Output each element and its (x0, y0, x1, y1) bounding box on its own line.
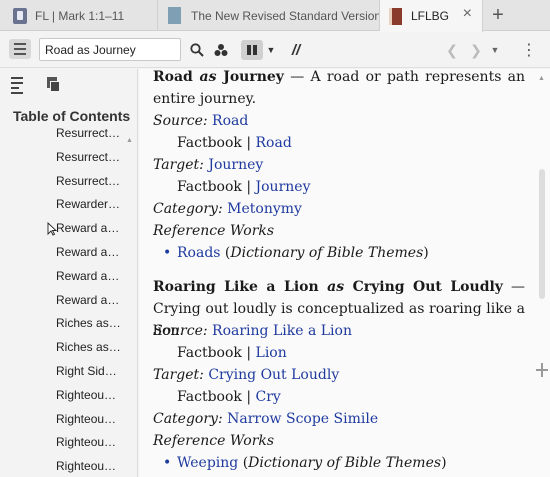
target-factbook-line: Factbook | Cry (177, 389, 281, 405)
reference-link[interactable]: Weeping (177, 455, 238, 471)
scroll-up-icon[interactable]: ▲ (538, 75, 545, 82)
copy-icon[interactable] (45, 77, 61, 93)
chevron-down-icon[interactable]: ▼ (265, 40, 277, 60)
toc-item[interactable]: Resurrect… (56, 126, 136, 140)
tab-lflbg[interactable]: LFLBG × (380, 0, 483, 32)
tab-label: The New Revised Standard Version (191, 8, 379, 23)
add-tab-button[interactable]: + (483, 0, 513, 30)
entry-title: Roaring Like a Lion as Crying Out Loudly (153, 279, 503, 295)
scrollbar-thumb[interactable] (539, 169, 545, 299)
entry-heading: Road as Journey — A road or path represe… (153, 69, 525, 110)
toc-item[interactable]: Righteou… (56, 388, 136, 402)
toc-item[interactable]: Righteou… (56, 459, 136, 473)
factbook-link[interactable]: Journey (256, 179, 311, 195)
toolbar: ▼ // ❮ ❯ ▼ ⋮ (0, 32, 550, 68)
tab-label: LFLBG (411, 9, 450, 23)
source-line: Source: Road (153, 113, 249, 129)
content-pane: Road as Journey — A road or path represe… (139, 69, 550, 477)
scroll-marker (541, 363, 543, 377)
toc-item[interactable]: Reward a… (56, 221, 136, 235)
toc-item[interactable]: Resurrect… (56, 150, 136, 164)
target-line: Target: Crying Out Loudly (153, 367, 340, 383)
back-arrow-icon[interactable]: ❮ (446, 40, 458, 60)
category-line: Category: Metonymy (153, 201, 302, 217)
parallel-resources-button[interactable]: // (286, 40, 306, 60)
sidebar: Table of Contents ▲ Resurrect… Resurrect…… (0, 69, 138, 477)
source-link[interactable]: Roaring Like a Lion (212, 323, 352, 339)
target-link[interactable]: Journey (208, 157, 263, 173)
search-input[interactable] (39, 38, 181, 61)
tab-fl-mark[interactable]: FL | Mark 1:1–11 (0, 0, 158, 31)
category-link[interactable]: Metonymy (227, 201, 302, 217)
toc-title: Table of Contents (13, 108, 131, 124)
mouse-cursor-icon (47, 222, 57, 236)
tab-label: FL | Mark 1:1–11 (35, 8, 125, 23)
reference-link[interactable]: Roads (177, 245, 220, 261)
target-factbook-line: Factbook | Journey (177, 179, 311, 195)
toc-list-icon[interactable] (11, 77, 27, 94)
forward-arrow-icon[interactable]: ❯ (470, 40, 482, 60)
toc-item[interactable]: Riches as… (56, 340, 136, 354)
toc-item[interactable]: Righteou… (56, 435, 136, 449)
content-scrollbar[interactable]: ▲ (534, 69, 550, 477)
toc-item[interactable]: Reward a… (56, 293, 136, 307)
toc-item[interactable]: Riches as… (56, 316, 136, 330)
reference-item: Roads (Dictionary of Bible Themes) (163, 242, 535, 264)
nrsv-book-icon (168, 7, 181, 24)
source-link[interactable]: Road (212, 113, 248, 129)
category-line: Category: Narrow Scope Simile (153, 411, 379, 427)
target-link[interactable]: Crying Out Loudly (208, 367, 339, 383)
source-factbook-line: Factbook | Road (177, 135, 292, 151)
source-factbook-line: Factbook | Lion (177, 345, 287, 361)
lflbg-book-icon (389, 7, 402, 25)
factbook-link[interactable]: Cry (256, 389, 281, 405)
more-options-icon[interactable]: ⋮ (521, 40, 537, 60)
menu-icon[interactable] (9, 39, 31, 59)
toc-item[interactable]: Reward a… (56, 269, 136, 283)
category-link[interactable]: Narrow Scope Simile (227, 411, 378, 427)
target-line: Target: Journey (153, 157, 264, 173)
entry-title: Road as Journey (153, 69, 284, 85)
toc-item[interactable]: Righteou… (56, 412, 136, 426)
history-chevron-down-icon[interactable]: ▼ (489, 40, 501, 60)
layout-icon[interactable] (241, 40, 263, 60)
reference-item: Weeping (Dictionary of Bible Themes) (163, 452, 535, 474)
reference-works-label: Reference Works (153, 433, 275, 449)
visual-filter-icon[interactable] (212, 40, 230, 60)
source-line: Source: Roaring Like a Lion (153, 323, 352, 339)
close-icon[interactable]: × (463, 6, 472, 22)
toc-item[interactable]: Right Sid… (56, 364, 136, 378)
reference-works-label: Reference Works (153, 223, 275, 239)
toc-item[interactable]: Reward a… (56, 245, 136, 259)
factbook-link[interactable]: Lion (256, 345, 287, 361)
factbook-link[interactable]: Road (256, 135, 292, 151)
search-icon[interactable] (188, 40, 206, 60)
book-icon (13, 7, 27, 24)
tab-bar: FL | Mark 1:1–11 The New Revised Standar… (0, 0, 550, 32)
toc-item[interactable]: Resurrect… (56, 174, 136, 188)
tab-nrsv[interactable]: The New Revised Standard Version (158, 0, 380, 31)
toc-item[interactable]: Rewarder… (56, 197, 136, 211)
